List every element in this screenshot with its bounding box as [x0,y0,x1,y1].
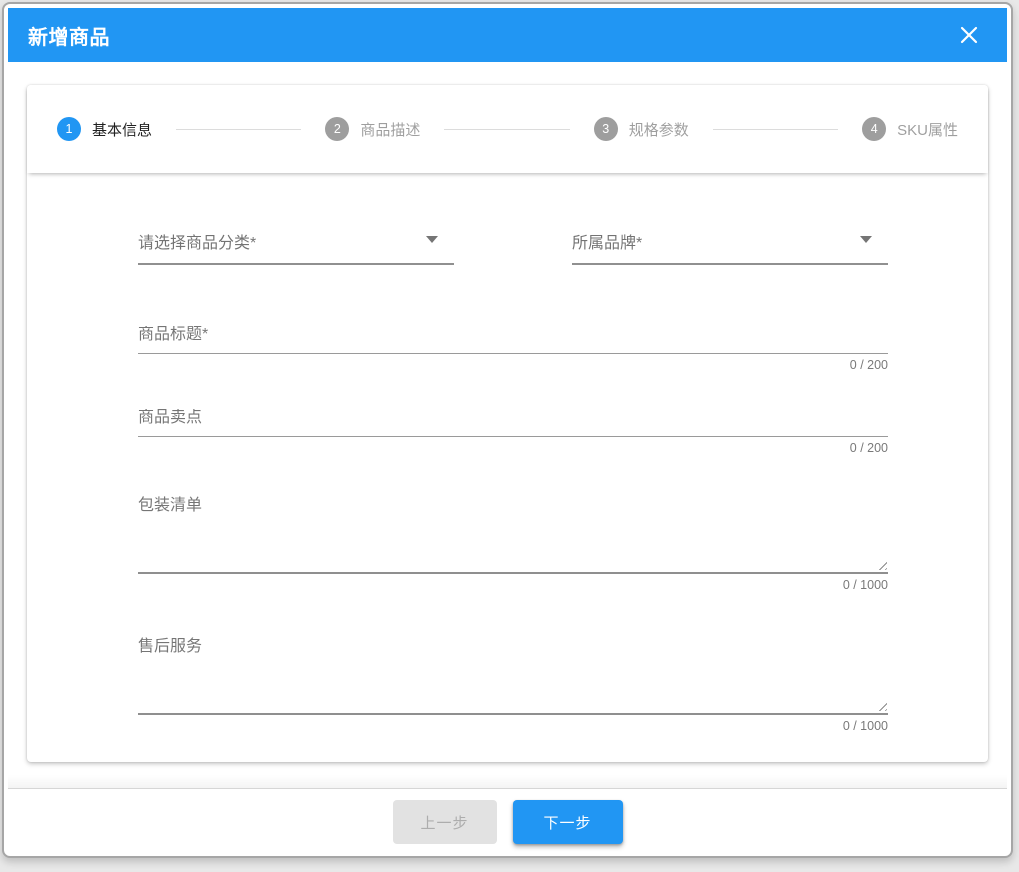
after-sales-field: 0 / 1000 [138,632,888,733]
dropdown-arrow-icon [426,236,438,243]
select-row: 请选择商品分类* 所属品牌* [138,229,888,265]
stepper-step-basic-info[interactable]: 1 基本信息 [43,117,166,141]
stepper-header: 1 基本信息 2 商品描述 3 规格参数 4 SKU属性 [27,85,988,173]
step-divider [176,128,302,130]
brand-select[interactable]: 所属品牌* [572,229,888,265]
packing-list-counter: 0 / 1000 [842,578,888,592]
dialog-header: 新增商品 [8,8,1007,62]
dialog-actions: 上一步 下一步 [8,789,1007,852]
step-4-circle: 4 [862,117,887,141]
add-product-dialog: 新增商品 1 基本信息 2 商品描述 3 规格参数 4 SKU属性 请选择商品分… [2,2,1013,858]
basic-info-form: 请选择商品分类* 所属品牌* 0 / 200 0 / 200 [27,173,988,762]
category-select-placeholder: 请选择商品分类* [138,235,257,252]
dropdown-arrow-icon [860,236,872,243]
stepper-card: 1 基本信息 2 商品描述 3 规格参数 4 SKU属性 请选择商品分类* 所属… [27,85,988,762]
product-title-input[interactable] [138,326,888,354]
after-sales-textarea[interactable] [138,632,888,715]
step-1-label: 基本信息 [92,121,153,139]
step-2-circle: 2 [325,117,350,141]
step-3-circle: 3 [593,117,618,141]
packing-list-field: 0 / 1000 [138,491,888,592]
category-select[interactable]: 请选择商品分类* [138,229,454,265]
step-2-label: 商品描述 [360,121,421,139]
step-1-circle: 1 [57,117,81,141]
selling-point-field: 0 / 200 [138,409,888,455]
stepper-step-description[interactable]: 2 商品描述 [311,117,434,141]
packing-list-textarea[interactable] [138,491,888,574]
selling-point-counter: 0 / 200 [849,441,888,455]
selling-point-input[interactable] [138,409,888,437]
dialog-body: 1 基本信息 2 商品描述 3 规格参数 4 SKU属性 请选择商品分类* 所属… [8,62,1007,789]
close-icon [960,26,978,44]
product-title-counter: 0 / 200 [849,358,888,372]
content-bottom-divider [8,775,1007,789]
step-3-label: 规格参数 [628,121,689,139]
next-step-button[interactable]: 下一步 [512,800,623,844]
product-title-field: 0 / 200 [138,326,888,372]
after-sales-counter: 0 / 1000 [842,719,888,733]
stepper-step-specs[interactable]: 3 规格参数 [580,117,703,141]
previous-step-button[interactable]: 上一步 [392,800,497,844]
brand-select-placeholder: 所属品牌* [572,235,643,252]
stepper-step-sku[interactable]: 4 SKU属性 [848,117,972,141]
step-divider [712,128,839,130]
close-button[interactable] [951,17,987,53]
dialog-title: 新增商品 [28,26,110,49]
step-4-label: SKU属性 [897,121,959,139]
step-divider [444,128,570,130]
